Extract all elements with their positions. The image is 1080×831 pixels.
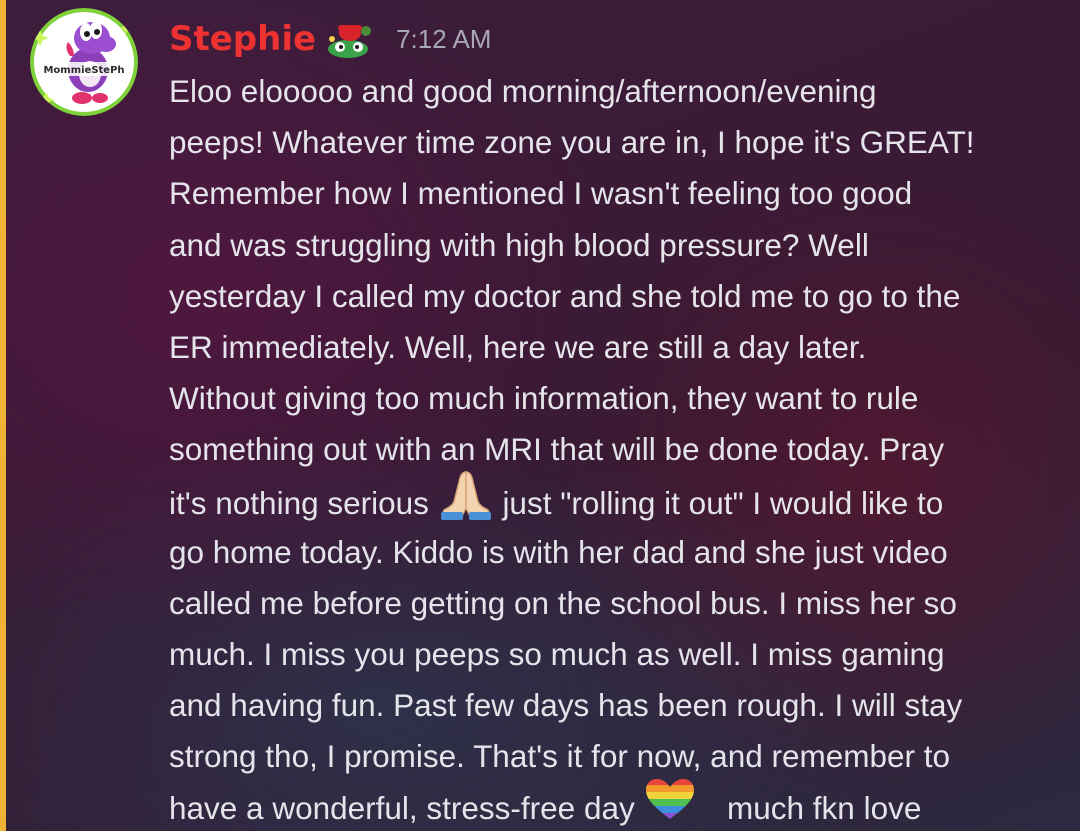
purple-yoshi-avatar-icon: MommieStePh <box>30 8 138 116</box>
message-timestamp[interactable]: 7:12 AM <box>396 24 491 55</box>
message-line: and was struggling with high blood press… <box>169 226 869 263</box>
message-line: called me before getting on the school b… <box>169 584 957 621</box>
yoshi-mario-icon[interactable] <box>326 19 374 59</box>
message-line: and having fun. Past few days has been r… <box>169 687 963 724</box>
message-line: much. I miss you peeps so much as well. … <box>169 636 945 673</box>
user-avatar[interactable]: MommieStePh <box>30 8 138 116</box>
message-text: much fkn love <box>727 789 922 826</box>
message-line: peeps! Whatever time zone you are in, I … <box>169 124 975 161</box>
message-line: yesterday I called my doctor and she tol… <box>169 277 961 314</box>
message-line: something out with an MRI that will be d… <box>169 431 945 468</box>
message-content: Eloo elooooo and good morning/afternoon/… <box>169 66 1074 831</box>
message-line: have a wonderful, stress-free day much f… <box>169 778 1074 831</box>
rainbow-heart-emoji[interactable] <box>644 777 696 831</box>
chat-message: MommieStePh Stephie 7:12 AM Eloo elooooo… <box>0 0 1080 831</box>
author-username[interactable]: Stephie <box>169 19 316 59</box>
message-text: have a wonderful, stress-free day <box>169 789 635 826</box>
message-line: Remember how I mentioned I wasn't feelin… <box>169 175 913 212</box>
message-line: it's nothing serious just "rolling it ou… <box>169 470 1074 527</box>
message-header: Stephie 7:12 AM <box>169 14 491 64</box>
message-line: strong tho, I promise. That's it for now… <box>169 738 951 775</box>
message-line: ER immediately. Well, here we are still … <box>169 328 867 365</box>
message-line: Eloo elooooo and good morning/afternoon/… <box>169 73 877 109</box>
message-text: it's nothing serious <box>169 484 429 521</box>
message-text: just "rolling it out" I would like to <box>502 484 944 521</box>
folded-hands-emoji[interactable] <box>438 468 494 535</box>
avatar-text: MommieStePh <box>43 65 124 76</box>
message-line: go home today. Kiddo is with her dad and… <box>169 533 948 570</box>
message-line: Without giving too much information, the… <box>169 380 919 417</box>
